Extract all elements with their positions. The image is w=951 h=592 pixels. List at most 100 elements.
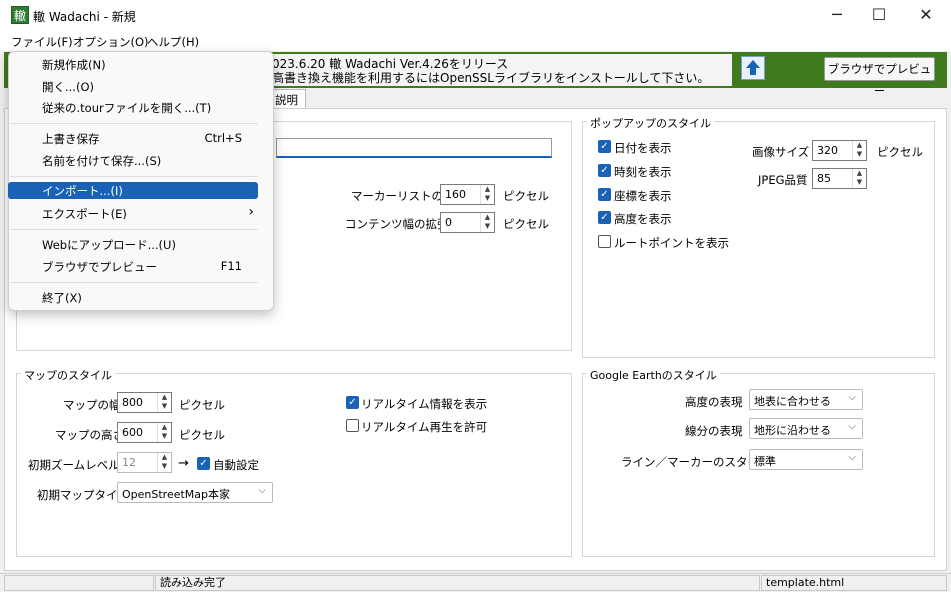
show-coords-checkbox[interactable]: ✓ bbox=[598, 188, 611, 201]
menu-item-upload[interactable]: Webにアップロード...(U) bbox=[8, 235, 258, 255]
show-altitude-checkbox[interactable]: ✓ bbox=[598, 211, 611, 224]
show-altitude-label: 高度を表示 bbox=[614, 212, 672, 226]
map-style-title: マップのスタイル bbox=[21, 367, 115, 383]
marker-list-width-spinner[interactable]: 160 ▲ ▼ bbox=[440, 184, 495, 205]
window-title: 轍 Wadachi - 新規 bbox=[33, 10, 136, 24]
minimize-button[interactable]: ─ bbox=[814, 0, 860, 31]
menu-item-open-tour-label: 従来の.tourファイルを開く...(T) bbox=[42, 101, 212, 115]
show-route-label: ルートポイントを表示 bbox=[614, 236, 729, 250]
spin-arrows-icon[interactable]: ▲ ▼ bbox=[852, 169, 866, 188]
realtime-play-checkbox[interactable] bbox=[346, 419, 359, 432]
google-earth-title: Google Earthのスタイル bbox=[587, 367, 720, 383]
marker-list-width-label: マーカーリストの幅 bbox=[351, 189, 455, 203]
zoom-auto-checkbox[interactable]: ✓ bbox=[197, 457, 210, 470]
menu-separator bbox=[10, 123, 258, 124]
menu-item-save-label: 上書き保存 bbox=[42, 132, 100, 146]
close-button[interactable]: ✕ bbox=[903, 0, 949, 31]
menu-item-export[interactable]: エクスポート(E) › bbox=[8, 204, 258, 224]
image-size-label: 画像サイズ bbox=[752, 145, 810, 159]
app-icon: 轍 bbox=[11, 6, 29, 24]
menu-item-import[interactable]: インポート...(I) bbox=[8, 182, 258, 199]
menu-item-preview[interactable]: ブラウザでプレビュー F11 bbox=[8, 257, 258, 277]
unit-label: ピクセル bbox=[179, 398, 225, 412]
menu-item-new[interactable]: 新規作成(N) bbox=[8, 55, 258, 75]
show-date-checkbox[interactable]: ✓ bbox=[598, 140, 611, 153]
chevron-down-icon: ⌵ bbox=[848, 392, 856, 403]
jpeg-quality-value: 85 bbox=[817, 172, 831, 185]
menu-item-export-label: エクスポート(E) bbox=[42, 207, 127, 221]
save-shortcut: Ctrl+S bbox=[204, 131, 242, 145]
show-time-checkbox[interactable]: ✓ bbox=[598, 164, 611, 177]
show-route-checkbox[interactable] bbox=[598, 235, 611, 248]
status-progress-cell bbox=[4, 575, 154, 591]
line-mode-select[interactable]: 地形に沿わせる ⌵ bbox=[749, 418, 863, 439]
realtime-info-checkbox[interactable]: ✓ bbox=[346, 396, 359, 409]
map-type-value: OpenStreetMap本家 bbox=[122, 488, 231, 501]
map-type-label: 初期マップタイプ bbox=[37, 488, 129, 502]
spin-arrows-icon[interactable]: ▲ ▼ bbox=[852, 141, 866, 160]
map-width-value: 800 bbox=[122, 396, 143, 409]
altitude-mode-value: 地表に合わせる bbox=[754, 395, 831, 408]
map-type-select[interactable]: OpenStreetMap本家 ⌵ bbox=[117, 482, 273, 503]
spin-arrows-icon[interactable]: ▲ ▼ bbox=[157, 453, 171, 472]
menu-file[interactable]: ファイル(F) bbox=[11, 34, 73, 50]
image-size-spinner[interactable]: 320 ▲ ▼ bbox=[812, 140, 867, 161]
line-marker-style-select[interactable]: 標準 ⌵ bbox=[749, 449, 863, 470]
map-width-spinner[interactable]: 800 ▲ ▼ bbox=[117, 392, 172, 413]
tab-description[interactable]: 説明 bbox=[270, 89, 306, 109]
menu-item-save-as[interactable]: 名前を付けて保存...(S) bbox=[8, 151, 258, 171]
chevron-down-icon: ⌵ bbox=[848, 421, 856, 432]
menu-item-import-label: インポート...(I) bbox=[42, 184, 123, 198]
chevron-down-icon: ⌵ bbox=[848, 452, 856, 463]
map-height-label: マップの高さ bbox=[55, 428, 124, 442]
jpeg-quality-label: JPEG品質 bbox=[758, 173, 808, 187]
map-height-spinner[interactable]: 600 ▲ ▼ bbox=[117, 422, 172, 443]
spin-arrows-icon[interactable]: ▲ ▼ bbox=[480, 213, 494, 232]
unit-label: ピクセル bbox=[877, 145, 923, 159]
spin-arrows-icon[interactable]: ▲ ▼ bbox=[157, 393, 171, 412]
contents-width-spinner[interactable]: 0 ▲ ▼ bbox=[440, 212, 495, 233]
altitude-mode-label: 高度の表現 bbox=[685, 395, 743, 409]
show-coords-label: 座標を表示 bbox=[614, 189, 672, 203]
altitude-mode-select[interactable]: 地表に合わせる ⌵ bbox=[749, 389, 863, 410]
image-size-value: 320 bbox=[817, 144, 838, 157]
preview-shortcut: F11 bbox=[220, 259, 242, 273]
upload-arrow-icon bbox=[746, 60, 760, 75]
status-message: 読み込み完了 bbox=[155, 575, 760, 591]
menu-item-open[interactable]: 開く...(O) bbox=[8, 77, 258, 97]
browser-preview-button[interactable]: ブラウザでプレビュー bbox=[824, 57, 935, 98]
arrow-right-icon: → bbox=[178, 456, 189, 471]
menu-separator bbox=[10, 176, 258, 177]
maximize-button[interactable]: ☐ bbox=[856, 0, 902, 31]
zoom-level-label: 初期ズームレベル bbox=[28, 458, 120, 472]
marker-list-width-value: 160 bbox=[445, 188, 466, 201]
realtime-info-label: リアルタイム情報を表示 bbox=[361, 397, 488, 411]
zoom-auto-label: 自動設定 bbox=[213, 458, 259, 472]
unit-label: ピクセル bbox=[503, 189, 549, 203]
menu-options[interactable]: オプション(O) bbox=[73, 34, 149, 50]
menu-help[interactable]: ヘルプ(H) bbox=[147, 34, 199, 50]
menu-separator bbox=[10, 229, 258, 230]
menu-item-upload-label: Webにアップロード...(U) bbox=[42, 238, 176, 252]
zoom-level-value: 12 bbox=[122, 456, 136, 469]
menu-item-open-tour[interactable]: 従来の.tourファイルを開く...(T) bbox=[8, 98, 258, 118]
unit-label: ピクセル bbox=[503, 217, 549, 231]
map-width-label: マップの幅 bbox=[63, 398, 121, 412]
menu-item-new-label: 新規作成(N) bbox=[42, 58, 106, 72]
line-mode-value: 地形に沿わせる bbox=[754, 424, 831, 437]
zoom-level-spinner[interactable]: 12 ▲ ▼ bbox=[117, 452, 172, 473]
menu-item-exit[interactable]: 終了(X) bbox=[8, 288, 258, 308]
map-height-value: 600 bbox=[122, 426, 143, 439]
line-mode-label: 線分の表現 bbox=[685, 424, 743, 438]
realtime-play-label: リアルタイム再生を許可 bbox=[361, 420, 488, 434]
jpeg-quality-spinner[interactable]: 85 ▲ ▼ bbox=[812, 168, 867, 189]
menu-item-save[interactable]: 上書き保存 Ctrl+S bbox=[8, 129, 258, 149]
text-input[interactable] bbox=[276, 138, 552, 158]
show-date-label: 日付を表示 bbox=[614, 141, 672, 155]
contents-width-label: コンテンツ幅の拡張 bbox=[345, 217, 449, 231]
spin-arrows-icon[interactable]: ▲ ▼ bbox=[157, 423, 171, 442]
chevron-down-icon: ⌵ bbox=[258, 485, 266, 496]
upload-button[interactable] bbox=[741, 56, 765, 80]
spin-arrows-icon[interactable]: ▲ ▼ bbox=[480, 185, 494, 204]
menu-item-exit-label: 終了(X) bbox=[42, 291, 82, 305]
